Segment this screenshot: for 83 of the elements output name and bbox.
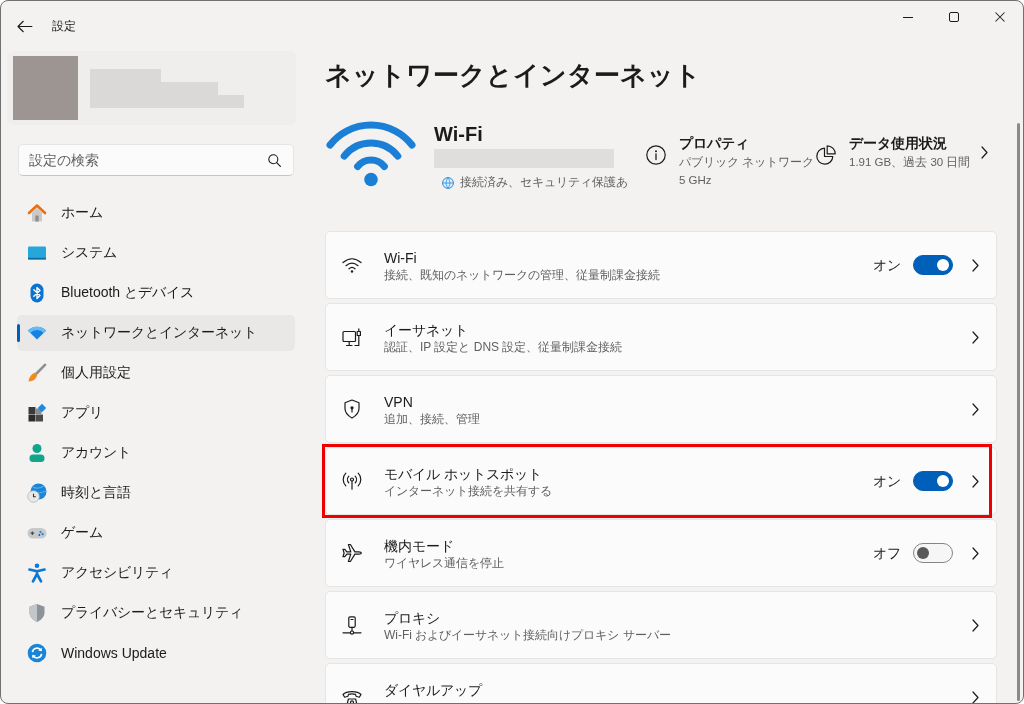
close-icon <box>995 12 1005 22</box>
nav-item[interactable]: プライバシーとセキュリティ <box>17 595 295 631</box>
minimize-icon <box>903 16 913 18</box>
nav-item[interactable]: Bluetooth とデバイス <box>17 275 295 311</box>
avatar-placeholder <box>13 56 78 120</box>
setting-card[interactable]: Wi-Fi 接続、既知のネットワークの管理、従量制課金接続 オン <box>325 231 997 299</box>
chevron-right-icon[interactable] <box>972 546 979 560</box>
setting-title: イーサネット <box>384 321 469 340</box>
chevron-right-icon[interactable] <box>972 330 979 344</box>
network-device-icon <box>342 615 362 635</box>
search-field[interactable]: 設定の検索 <box>18 144 294 176</box>
setting-description: 接続、既知のネットワークの管理、従量制課金接続 <box>384 268 660 283</box>
chevron-right-icon[interactable] <box>981 146 988 159</box>
chevron-right-icon[interactable] <box>972 402 979 416</box>
paintbrush-icon <box>27 363 47 383</box>
toggle-state-label: オフ <box>873 544 901 563</box>
data-usage-detail: 1.91 GB、過去 30 日間 <box>849 155 971 170</box>
toggle-switch[interactable] <box>913 543 953 563</box>
setting-description: インターネット接続を共有する <box>384 484 552 499</box>
network-name: Wi-Fi <box>434 122 484 147</box>
nav-item[interactable]: アプリ <box>17 395 295 431</box>
globe-icon <box>442 176 454 189</box>
wifi-icon <box>342 257 362 273</box>
pie-chart-icon <box>816 145 836 165</box>
setting-card[interactable]: ダイヤルアップ <box>325 663 997 703</box>
setting-title: プロキシ <box>384 609 441 628</box>
setting-title: Wi-Fi <box>384 249 418 268</box>
search-icon <box>268 154 281 167</box>
airplane-icon <box>342 543 362 563</box>
nav-item[interactable]: アクセシビリティ <box>17 555 295 591</box>
nav-item[interactable]: ネットワークとインターネット <box>17 315 295 351</box>
maximize-icon <box>949 12 959 22</box>
nav-item[interactable]: ゲーム <box>17 515 295 551</box>
nav-item[interactable]: システム <box>17 235 295 271</box>
globe-clock-icon <box>27 483 47 503</box>
chevron-right-icon[interactable] <box>972 258 979 272</box>
nav-item[interactable]: 時刻と言語 <box>17 475 295 511</box>
nav-item[interactable]: アカウント <box>17 435 295 471</box>
data-usage-link[interactable]: データ使用状況 <box>849 133 971 153</box>
profile-card[interactable] <box>7 51 296 125</box>
scrollbar-thumb[interactable] <box>1017 123 1020 701</box>
person-icon <box>27 443 47 463</box>
selection-indicator <box>17 324 20 342</box>
toggle-switch[interactable] <box>913 471 953 491</box>
shield-keyhole-icon <box>342 399 362 419</box>
setting-title: ダイヤルアップ <box>384 681 482 700</box>
toggle-state-label: オン <box>873 256 901 275</box>
chevron-right-icon[interactable] <box>972 690 979 703</box>
home-icon <box>27 203 47 223</box>
nav-item[interactable]: 個人用設定 <box>17 355 295 391</box>
person-arms-out-icon <box>27 563 47 583</box>
back-arrow-icon <box>17 19 33 33</box>
setting-title: 機内モード <box>384 537 455 556</box>
setting-description: 認証、IP 設定と DNS 設定、従量制課金接続 <box>384 340 623 355</box>
monitor-plug-icon <box>342 327 362 347</box>
info-icon <box>646 145 666 165</box>
toggle-state-label: オン <box>873 472 901 491</box>
setting-card[interactable]: モバイル ホットスポット インターネット接続を共有する オン <box>325 447 997 515</box>
setting-card[interactable]: VPN 追加、接続、管理 <box>325 375 997 443</box>
chevron-right-icon[interactable] <box>972 474 979 488</box>
setting-card[interactable]: プロキシ Wi-Fi およびイーサネット接続向けプロキシ サーバー <box>325 591 997 659</box>
nav-item[interactable]: ホーム <box>17 195 295 231</box>
setting-card[interactable]: イーサネット 認証、IP 設定と DNS 設定、従量制課金接続 <box>325 303 997 371</box>
toggle-switch[interactable] <box>913 255 953 275</box>
shield-icon <box>27 603 47 623</box>
page-title: ネットワークとインターネット <box>325 59 702 92</box>
app-tiles-icon <box>27 403 47 423</box>
setting-title: VPN <box>384 393 414 412</box>
nav-item[interactable]: Windows Update <box>17 635 295 671</box>
setting-description: Wi-Fi およびイーサネット接続向けプロキシ サーバー <box>384 628 671 643</box>
refresh-icon <box>27 643 47 663</box>
setting-title: モバイル ホットスポット <box>384 465 543 484</box>
connection-status: 接続済み、セキュリティ保護あ <box>460 174 628 191</box>
property-value: 5 GHz <box>679 173 713 188</box>
antenna-icon <box>342 472 362 490</box>
chevron-right-icon[interactable] <box>972 618 979 632</box>
setting-description: 追加、接続、管理 <box>384 412 480 427</box>
window-title: 設定 <box>52 18 76 34</box>
wifi-icon <box>326 120 416 187</box>
property-value: パブリック ネットワーク <box>679 155 815 170</box>
properties-link[interactable]: プロパティ <box>679 133 815 153</box>
setting-card[interactable]: 機内モード ワイヤレス通信を停止 オフ <box>325 519 997 587</box>
setting-description: ワイヤレス通信を停止 <box>384 556 504 571</box>
